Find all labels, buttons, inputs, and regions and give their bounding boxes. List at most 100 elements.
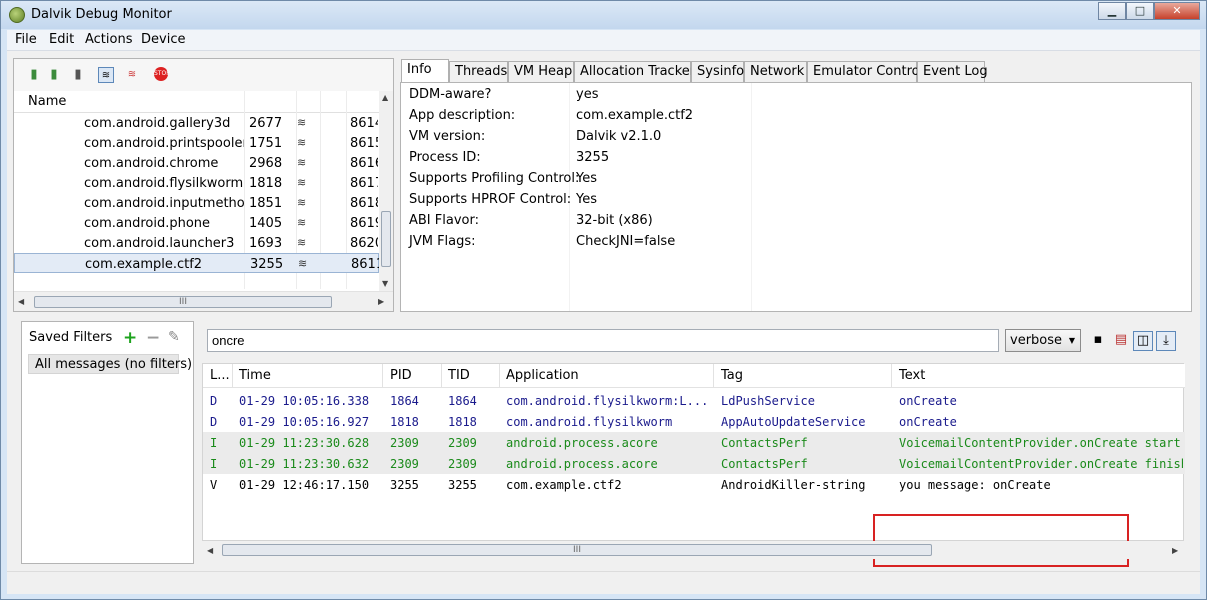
- tab-info[interactable]: Info: [401, 59, 449, 83]
- add-filter-icon[interactable]: +: [123, 328, 137, 348]
- info-key: Supports HPROF Control:: [409, 192, 572, 207]
- scroll-left-arrow[interactable]: ◀: [207, 546, 213, 555]
- logcat-search-input[interactable]: [207, 329, 999, 352]
- scroll-lock-icon[interactable]: ⤓: [1156, 331, 1176, 351]
- thread-update-icon: ≋: [297, 196, 307, 209]
- process-pid: 3255: [250, 257, 284, 272]
- device-process-row[interactable]: com.android.printspooler 1751 ≋ 8615: [14, 133, 379, 153]
- log-row[interactable]: V 01-29 12:46:17.150 3255 3255 com.example.c…: [203, 474, 1185, 495]
- clear-log-icon[interactable]: ▤: [1111, 331, 1131, 351]
- process-name: com.android.gallery3d: [84, 116, 231, 131]
- log-pid: 3255: [390, 478, 419, 492]
- close-button[interactable]: ✕: [1154, 2, 1200, 20]
- scrollbar-thumb[interactable]: [381, 211, 391, 267]
- save-log-icon[interactable]: ▪: [1088, 331, 1108, 351]
- process-port: 8619: [350, 216, 378, 231]
- process-name: com.android.chrome: [84, 156, 219, 171]
- info-key: JVM Flags:: [409, 234, 476, 249]
- logcat-horizontal-scrollbar[interactable]: ◀ III ▶: [202, 541, 1184, 559]
- log-time: 01-29 11:23:30.628: [239, 436, 370, 450]
- edit-filter-icon[interactable]: ✎: [168, 329, 180, 345]
- scrollbar-thumb[interactable]: III: [34, 296, 332, 308]
- scroll-up-arrow[interactable]: ▲: [382, 93, 388, 102]
- logcat-panel: verbose ▼ ▪ ▤ ◫ ⤓ L... Time PID TID Appl…: [202, 321, 1192, 567]
- log-application: android.process.acore: [506, 457, 658, 471]
- thread-update-icon: ≋: [297, 116, 307, 129]
- title-bar: Dalvik Debug Monitor ▁ □ ✕: [1, 1, 1206, 29]
- log-tid: 1864: [448, 394, 477, 408]
- log-row[interactable]: D 01-29 10:05:16.927 1818 1818 com.android.f…: [203, 411, 1185, 432]
- tab-allocation-tracker[interactable]: Allocation Tracker: [574, 61, 695, 82]
- devices-column-header: Name: [14, 91, 379, 113]
- device-process-row[interactable]: com.android.chrome 2968 ≋ 8616: [14, 153, 379, 173]
- device-process-row[interactable]: com.android.inputmethod.pinyin 1851 ≋ 8618: [14, 193, 379, 213]
- log-tid: 3255: [448, 478, 477, 492]
- column-divider: [232, 364, 233, 388]
- log-time: 01-29 10:05:16.927: [239, 415, 370, 429]
- column-application[interactable]: Application: [506, 368, 579, 383]
- scrollbar-thumb[interactable]: III: [222, 544, 932, 556]
- method-profiling-icon[interactable]: ≋: [124, 67, 140, 83]
- process-port: 8615: [350, 136, 378, 151]
- devices-horizontal-scrollbar[interactable]: ◀ III ▶: [14, 291, 393, 311]
- log-row[interactable]: I 01-29 11:23:30.628 2309 2309 android.proce…: [203, 432, 1185, 453]
- column-tag[interactable]: Tag: [721, 368, 743, 383]
- tab-vm-heap[interactable]: VM Heap: [508, 61, 574, 82]
- toggle-filters-icon[interactable]: ◫: [1133, 331, 1153, 351]
- device-process-row[interactable]: com.android.launcher3 1693 ≋ 8620: [14, 233, 379, 253]
- tab-sysinfo[interactable]: Sysinfo: [691, 61, 744, 82]
- menu-actions[interactable]: Actions: [85, 32, 133, 47]
- device-process-row[interactable]: com.android.phone 1405 ≋ 8619: [14, 213, 379, 233]
- name-column-header[interactable]: Name: [28, 94, 66, 109]
- filter-item-all-messages[interactable]: All messages (no filters): [28, 354, 192, 374]
- process-name: com.android.printspooler: [84, 136, 244, 151]
- maximize-button[interactable]: □: [1126, 2, 1154, 20]
- log-level: V: [210, 478, 218, 492]
- log-application: android.process.acore: [506, 436, 658, 450]
- menu-edit[interactable]: Edit: [49, 32, 74, 47]
- dump-hprof-icon[interactable]: ▮: [46, 67, 62, 83]
- log-time: 01-29 12:46:17.150: [239, 478, 370, 492]
- tab-threads[interactable]: Threads: [449, 61, 508, 82]
- column-level[interactable]: L...: [210, 368, 230, 383]
- devices-vertical-scrollbar[interactable]: ▲ ▼: [379, 91, 393, 291]
- thread-update-icon: ≋: [297, 236, 307, 249]
- log-tid: 2309: [448, 457, 477, 471]
- stop-process-icon[interactable]: STOP: [154, 67, 170, 81]
- log-tag: ContactsPerf: [721, 457, 808, 471]
- minimize-button[interactable]: ▁: [1098, 2, 1126, 20]
- column-time[interactable]: Time: [239, 368, 271, 383]
- update-threads-icon[interactable]: ≋: [98, 67, 114, 83]
- log-pid: 2309: [390, 436, 419, 450]
- gc-icon[interactable]: ▮: [70, 67, 86, 83]
- tab-event-log[interactable]: Event Log: [917, 61, 988, 82]
- tab-emulator-control[interactable]: Emulator Control: [807, 61, 923, 82]
- scroll-right-arrow[interactable]: ▶: [1172, 546, 1178, 555]
- info-value: Yes: [576, 192, 597, 207]
- saved-filters-panel: Saved Filters + − ✎ All messages (no fil…: [21, 321, 194, 564]
- menu-file[interactable]: File: [15, 32, 37, 47]
- remove-filter-icon[interactable]: −: [146, 328, 160, 348]
- device-process-row[interactable]: com.example.ctf2 3255 ≋ 8611: [14, 253, 379, 273]
- log-row[interactable]: D 01-29 10:05:16.338 1864 1864 com.android.f…: [203, 390, 1185, 411]
- menu-device[interactable]: Device: [141, 32, 185, 47]
- tab-network[interactable]: Network: [744, 61, 807, 82]
- app-window: Dalvik Debug Monitor ▁ □ ✕ File Edit Act…: [0, 0, 1207, 600]
- devices-panel: ▮ ▮ ▮ ≋ ≋ STOP Name com.android.gallery3…: [13, 58, 394, 312]
- scroll-right-arrow[interactable]: ▶: [378, 297, 384, 306]
- thread-update-icon: ≋: [297, 216, 307, 229]
- scroll-down-arrow[interactable]: ▼: [382, 279, 388, 288]
- process-pid: 1405: [249, 216, 283, 231]
- log-level-select[interactable]: verbose ▼: [1005, 329, 1081, 352]
- device-process-row[interactable]: com.android.flysilkworm 1818 ≋ 8617: [14, 173, 379, 193]
- column-tid[interactable]: TID: [448, 368, 470, 383]
- saved-filters-title: Saved Filters: [29, 330, 113, 345]
- process-port: 8617: [350, 176, 378, 191]
- column-pid[interactable]: PID: [390, 368, 412, 383]
- log-row[interactable]: I 01-29 11:23:30.632 2309 2309 android.proce…: [203, 453, 1185, 474]
- column-divider: [751, 83, 752, 311]
- column-text[interactable]: Text: [899, 368, 925, 383]
- update-heap-icon[interactable]: ▮: [26, 67, 42, 83]
- device-process-row[interactable]: com.android.gallery3d 2677 ≋ 8614: [14, 113, 379, 133]
- scroll-left-arrow[interactable]: ◀: [18, 297, 24, 306]
